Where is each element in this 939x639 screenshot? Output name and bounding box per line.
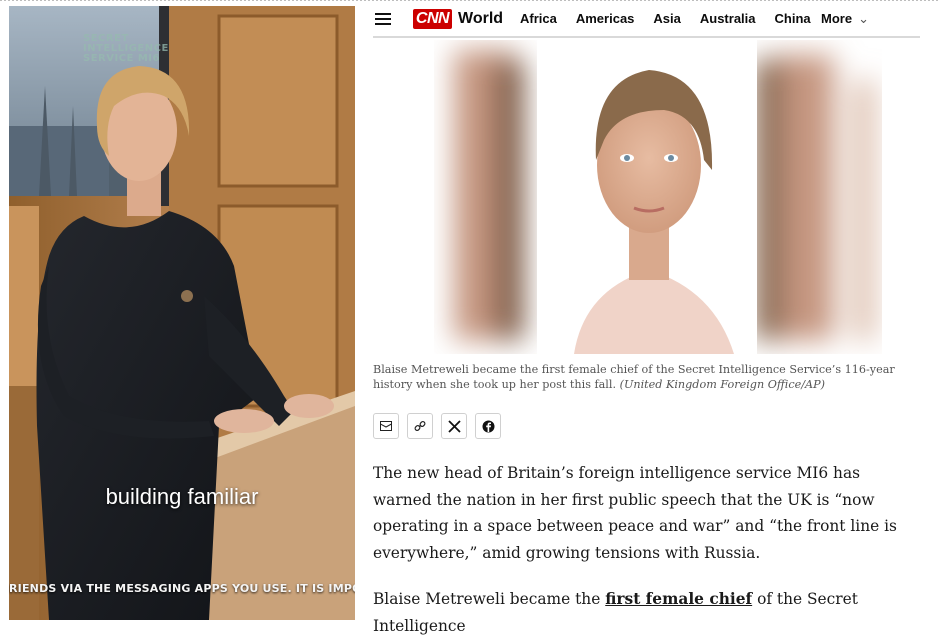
cnn-logo[interactable]: CNN <box>413 9 452 29</box>
nav-link-asia[interactable]: Asia <box>653 12 680 26</box>
share-x-button[interactable] <box>441 413 467 439</box>
cnn-nav-bar: CNN World Africa Americas Asia Australia… <box>373 6 920 38</box>
nav-link-china[interactable]: China <box>775 12 811 26</box>
nav-link-americas[interactable]: Americas <box>576 12 635 26</box>
video-frame[interactable]: SECRET INTELLIGENCE SERVICE MI6 building… <box>9 6 355 620</box>
article-paragraph-1: The new head of Britain’s foreign intell… <box>373 464 897 562</box>
share-bar <box>373 413 509 439</box>
email-icon <box>380 421 392 431</box>
copy-link-button[interactable] <box>407 413 433 439</box>
chevron-down-icon: ⌄ <box>858 11 869 26</box>
x-icon <box>447 419 461 433</box>
first-female-chief-link[interactable]: first female chief <box>605 590 752 608</box>
article-photo <box>434 40 882 354</box>
nav-link-africa[interactable]: Africa <box>520 12 557 26</box>
article-paragraph-2: Blaise Metreweli became the first female… <box>373 586 921 639</box>
section-title-world[interactable]: World <box>458 9 503 29</box>
nav-links: Africa Americas Asia Australia China <box>520 12 830 26</box>
top-border <box>0 0 939 2</box>
video-ticker-text: RIENDS VIA THE MESSAGING APPS YOU USE. I… <box>9 582 355 595</box>
link-icon <box>414 421 426 431</box>
video-subtitle: building familiar <box>105 484 259 509</box>
portrait-image <box>434 40 882 354</box>
para2-text-start: Blaise Metreweli became the <box>373 590 601 608</box>
hamburger-menu-icon[interactable] <box>375 13 391 25</box>
share-facebook-button[interactable] <box>475 413 501 439</box>
photo-caption: Blaise Metreweli became the first female… <box>373 362 923 392</box>
caption-credit: (United Kingdom Foreign Office/AP) <box>619 378 826 391</box>
nav-more-dropdown[interactable]: More ⌄ <box>821 12 869 26</box>
nav-link-australia[interactable]: Australia <box>700 12 756 26</box>
video-scene <box>9 6 355 620</box>
mi6-logo-watermark: SECRET INTELLIGENCE SERVICE MI6 <box>83 33 169 64</box>
share-email-button[interactable] <box>373 413 399 439</box>
facebook-icon <box>482 420 494 432</box>
nav-more-label: More <box>821 11 853 26</box>
